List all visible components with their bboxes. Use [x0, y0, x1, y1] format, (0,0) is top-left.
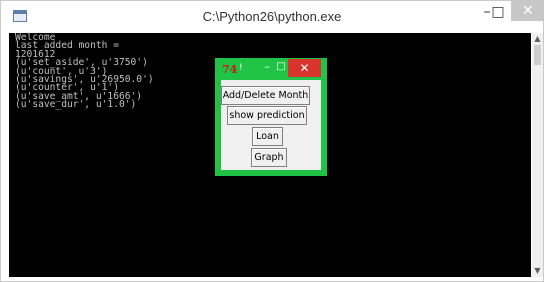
tk-close-button[interactable]: ✕: [288, 59, 321, 77]
tk-dialog-window: 74 ! – □ ✕ Add/Delete Month show predict…: [215, 58, 327, 176]
console-title: C:\Python26\python.exe: [202, 9, 342, 24]
show-prediction-button[interactable]: show prediction: [227, 106, 307, 125]
tk-dialog-titlebar[interactable]: 74 ! – □ ✕: [215, 58, 327, 80]
add-delete-month-button[interactable]: Add/Delete Month: [221, 86, 310, 105]
vertical-scrollbar[interactable]: ▲ ▼: [532, 33, 543, 277]
tk-maximize-button[interactable]: □: [273, 60, 289, 74]
graph-button[interactable]: Graph: [251, 148, 287, 167]
console-output-text: Welcome last added month = 1201612 (u'se…: [15, 32, 154, 111]
scroll-thumb[interactable]: [534, 45, 541, 65]
loan-button[interactable]: Loan: [252, 127, 283, 146]
tk-dialog-title: !: [239, 63, 243, 73]
close-button[interactable]: ✕: [511, 1, 544, 21]
scroll-up-arrow-icon[interactable]: ▲: [532, 33, 543, 45]
scroll-down-arrow-icon[interactable]: ▼: [532, 265, 543, 277]
tk-dialog-body: Add/Delete Month show prediction Loan Gr…: [221, 80, 321, 170]
tk-feather-icon: 74: [222, 63, 238, 76]
maximize-button[interactable]: □: [485, 1, 511, 23]
console-titlebar[interactable]: C:\Python26\python.exe – □ ✕: [1, 1, 544, 33]
